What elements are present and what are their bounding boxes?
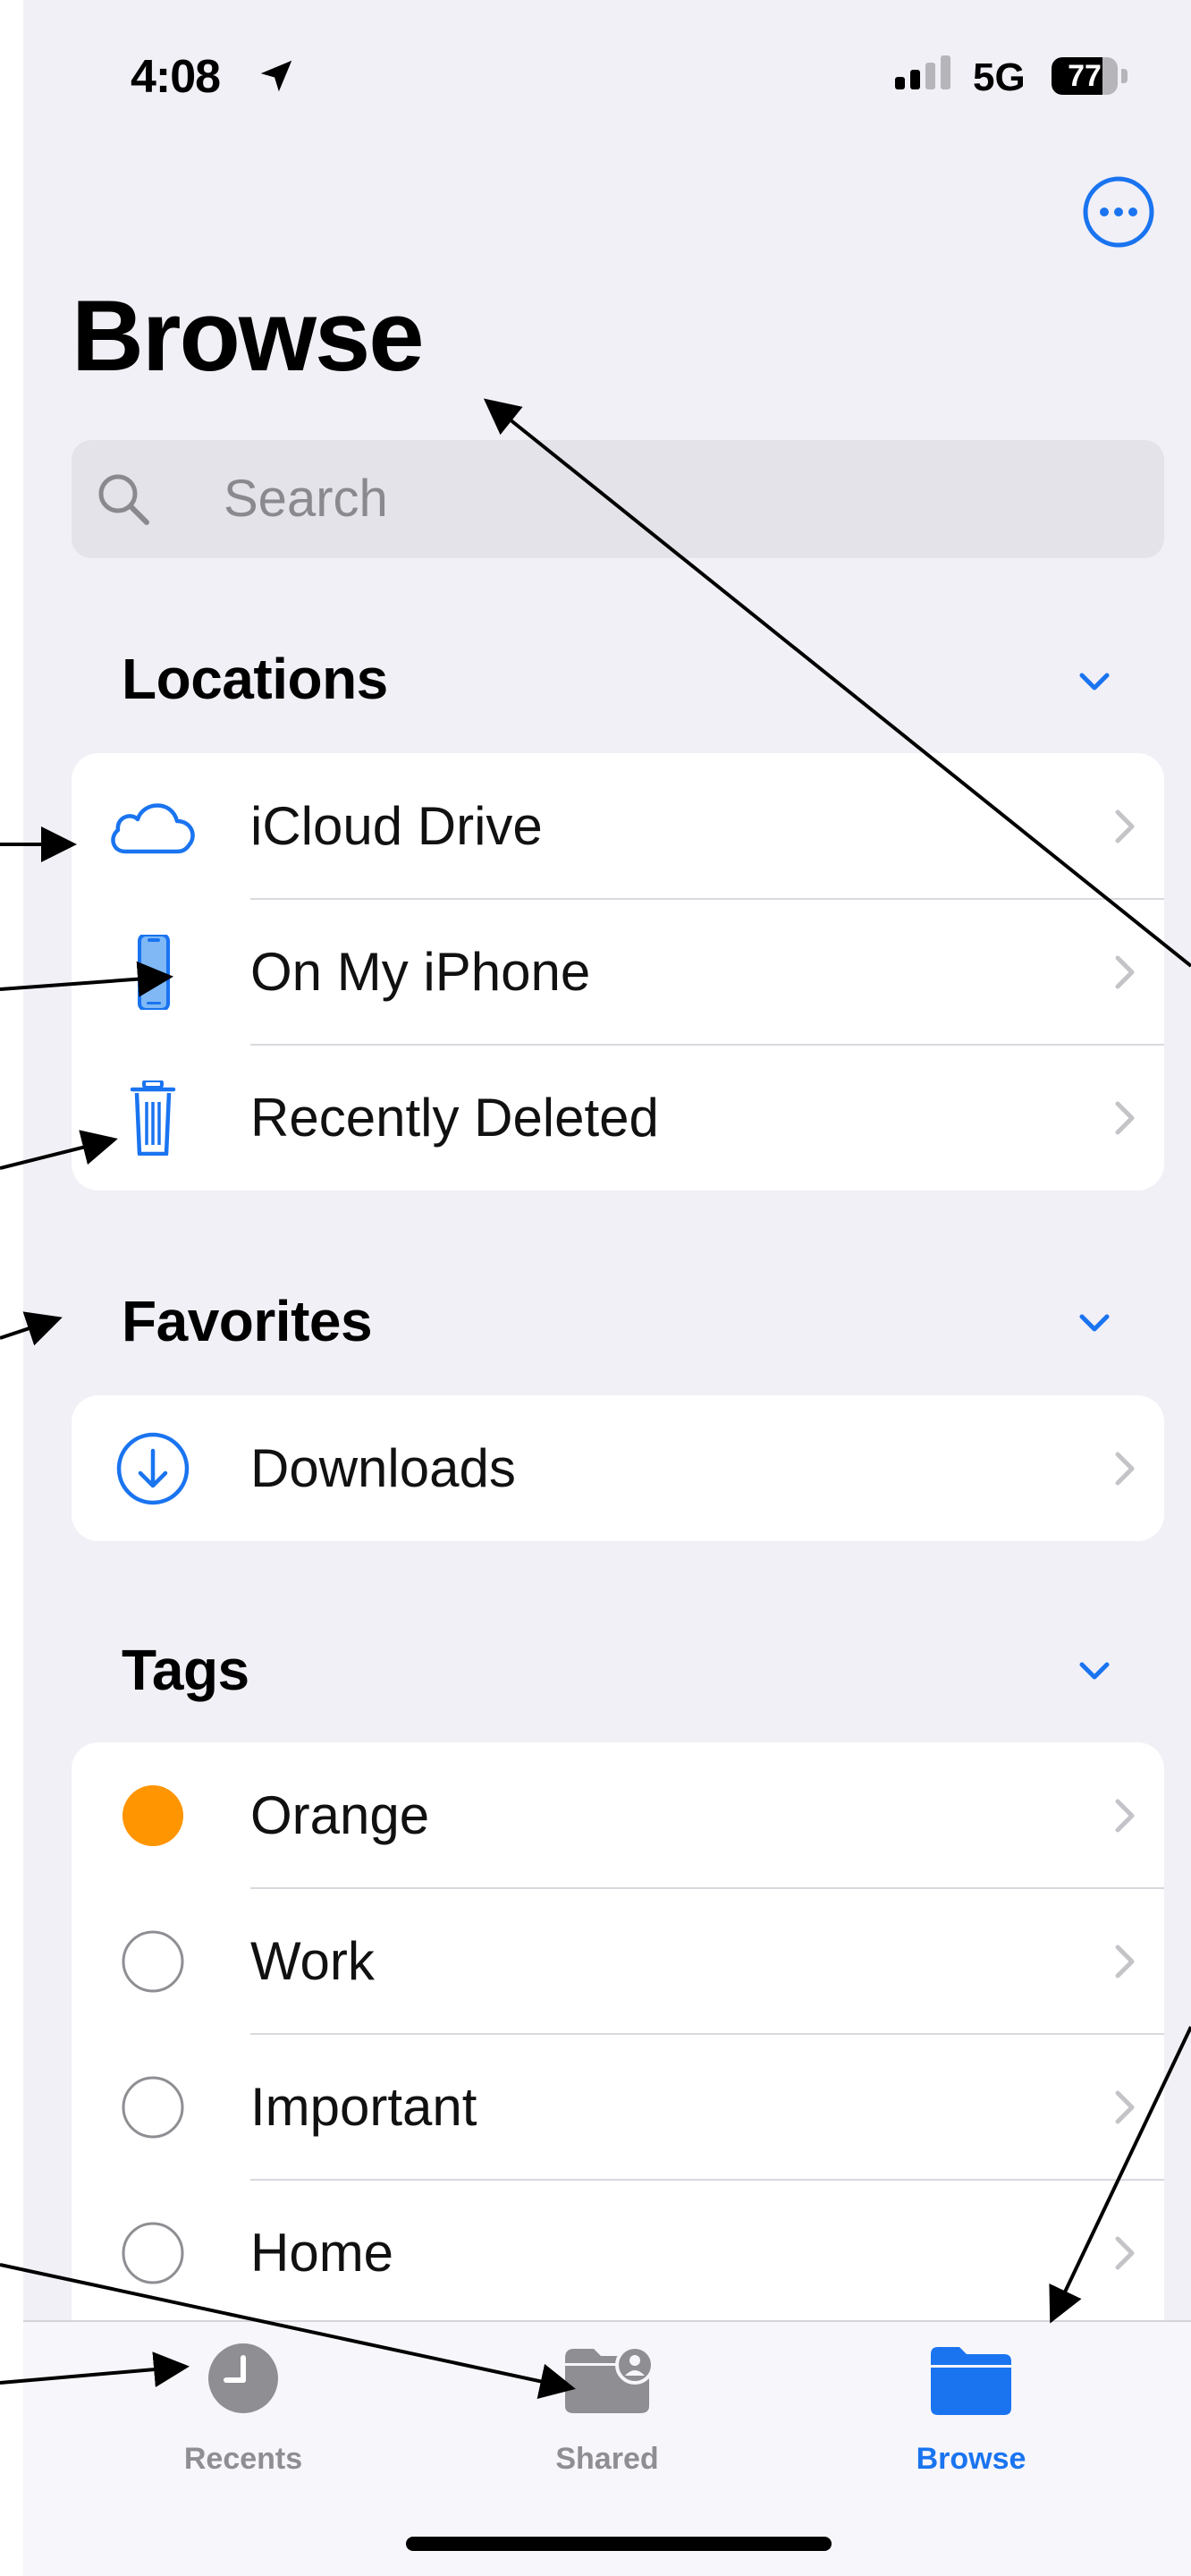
favorite-row-downloads[interactable]: Downloads <box>72 1395 1164 1541</box>
chevron-right-icon <box>1115 1799 1135 1833</box>
tab-label: Recents <box>183 2442 303 2476</box>
trash-icon <box>130 1080 176 1156</box>
tab-browse[interactable]: Browse <box>837 2338 1105 2499</box>
chevron-right-icon <box>1115 2236 1135 2270</box>
chevron-right-icon <box>1115 955 1135 989</box>
favorites-list: Downloads <box>72 1395 1164 1541</box>
empty-tag-circle-icon <box>122 2076 184 2139</box>
tab-label: Shared <box>555 2442 659 2476</box>
tab-label: Browse <box>916 2442 1026 2476</box>
location-row-recently-deleted[interactable]: Recently Deleted <box>72 1045 1164 1191</box>
tab-shared[interactable]: Shared <box>473 2338 741 2499</box>
battery-nub <box>1121 69 1128 83</box>
clock-icon <box>208 2343 278 2413</box>
tab-recents[interactable]: Recents <box>109 2338 377 2499</box>
row-label: Work <box>250 1931 375 1991</box>
location-row-on-my-iphone[interactable]: On My iPhone <box>72 899 1164 1045</box>
iphone-icon <box>138 935 170 1010</box>
row-label: Home <box>250 2223 394 2283</box>
network-type: 5G <box>973 55 1026 99</box>
shared-folder-icon <box>565 2345 655 2413</box>
tag-row-orange[interactable]: Orange <box>72 1742 1164 1888</box>
page-title: Browse <box>72 280 425 392</box>
search-placeholder: Search <box>224 470 388 528</box>
battery-icon: 77 <box>1052 57 1118 95</box>
tags-header: Tags <box>122 1638 249 1702</box>
location-row-icloud-drive[interactable]: iCloud Drive <box>72 753 1164 899</box>
chevron-right-icon <box>1115 1945 1135 1979</box>
empty-tag-circle-icon <box>122 1930 184 1993</box>
folder-icon <box>931 2347 1011 2415</box>
row-label: Orange <box>250 1785 430 1845</box>
tags-collapse-chevron-icon[interactable] <box>1071 1648 1118 1694</box>
location-arrow-icon <box>260 60 292 92</box>
chevron-right-icon <box>1115 809 1135 843</box>
chevron-right-icon <box>1115 1452 1135 1486</box>
locations-collapse-chevron-icon[interactable] <box>1071 658 1118 705</box>
files-app-screen: 4:08 5G 77 Browse Search Locations iClou… <box>23 0 1191 2576</box>
row-label: Recently Deleted <box>250 1088 659 1148</box>
chevron-right-icon <box>1115 2090 1135 2124</box>
row-label: Important <box>250 2077 477 2137</box>
search-icon <box>98 474 149 525</box>
tag-row-work[interactable]: Work <box>72 1888 1164 2034</box>
ellipsis-circle-icon[interactable] <box>1082 175 1155 249</box>
tags-list: Orange Work Important Home <box>72 1742 1164 2368</box>
status-time: 4:08 <box>131 51 221 103</box>
cloud-icon <box>111 803 195 854</box>
favorites-header: Favorites <box>122 1289 373 1353</box>
download-circle-icon <box>116 1432 190 1505</box>
row-label: iCloud Drive <box>250 796 543 856</box>
row-label: Downloads <box>250 1438 516 1498</box>
search-field[interactable]: Search <box>72 440 1164 558</box>
orange-tag-dot-icon <box>122 1785 183 1846</box>
battery-level: 77 <box>1068 59 1102 93</box>
tag-row-home[interactable]: Home <box>72 2180 1164 2326</box>
favorites-collapse-chevron-icon[interactable] <box>1071 1300 1118 1346</box>
tag-row-important[interactable]: Important <box>72 2034 1164 2180</box>
home-indicator <box>406 2537 832 2551</box>
chevron-right-icon <box>1115 1101 1135 1135</box>
locations-list: iCloud Drive On My iPhone Recently Delet… <box>72 753 1164 1191</box>
empty-tag-circle-icon <box>122 2222 184 2284</box>
locations-header: Locations <box>122 647 388 711</box>
row-label: On My iPhone <box>250 942 591 1002</box>
